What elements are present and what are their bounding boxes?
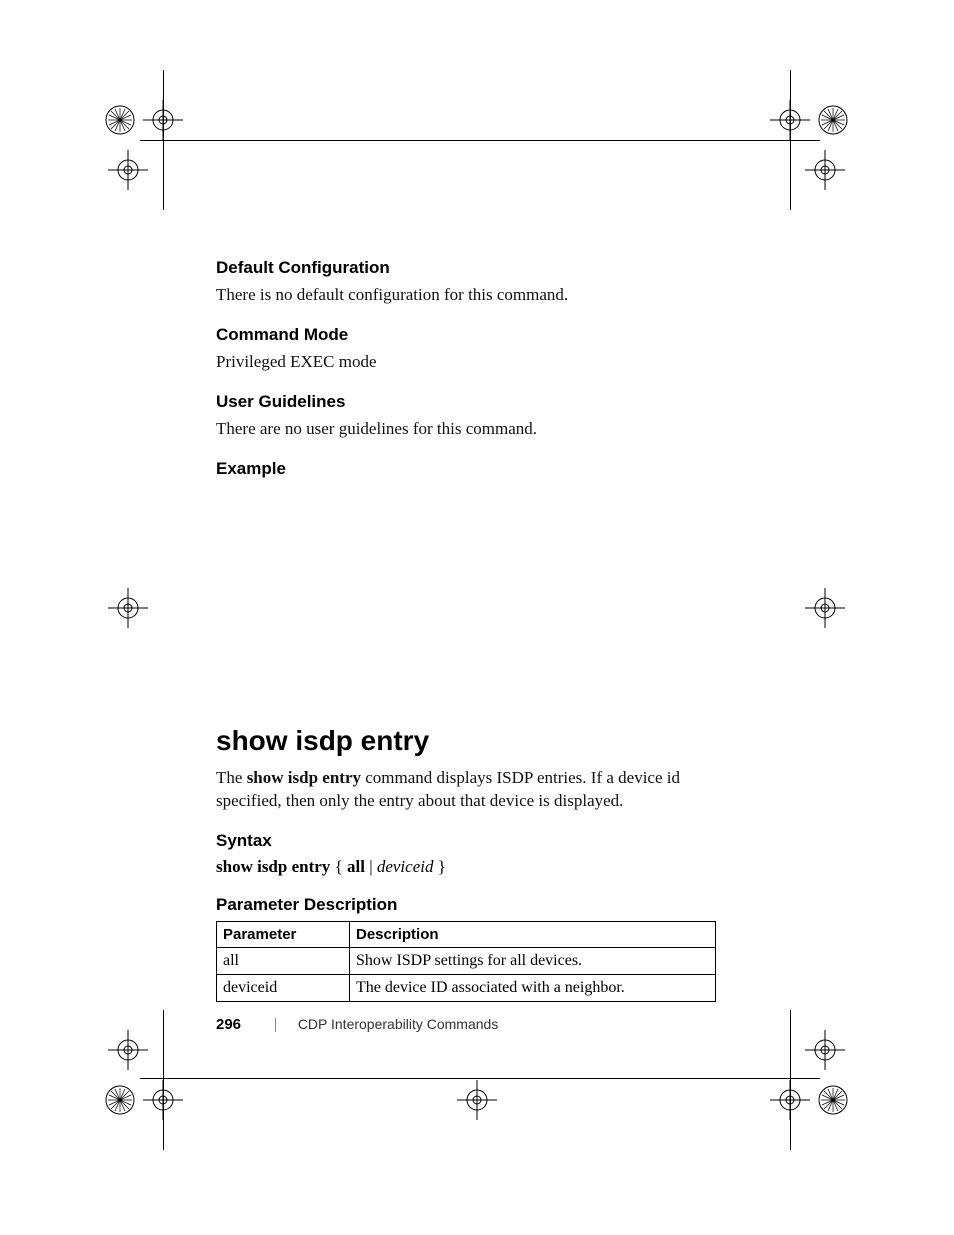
table-row: deviceid The device ID associated with a… <box>217 974 716 1001</box>
cell-desc: Show ISDP settings for all devices. <box>350 947 716 974</box>
syntax-pipe: | <box>365 857 377 876</box>
registration-mark-icon <box>457 1080 497 1120</box>
body-user-guidelines: There are no user guidelines for this co… <box>216 418 736 441</box>
registration-mark-icon <box>813 1080 853 1120</box>
heading-example: Example <box>216 459 736 479</box>
registration-mark-icon <box>108 150 148 190</box>
heading-user-guidelines: User Guidelines <box>216 392 736 412</box>
page-content: Default Configuration There is no defaul… <box>216 258 736 1002</box>
registration-mark-icon <box>100 1080 140 1120</box>
registration-mark-icon <box>813 100 853 140</box>
cell-desc: The device ID associated with a neighbor… <box>350 974 716 1001</box>
table-row: all Show ISDP settings for all devices. <box>217 947 716 974</box>
registration-mark-icon <box>805 588 845 628</box>
col-description: Description <box>350 921 716 947</box>
cell-param: deviceid <box>217 974 350 1001</box>
registration-mark-icon <box>143 1080 183 1120</box>
chapter-title: CDP Interoperability Commands <box>298 1016 499 1032</box>
heading-default-configuration: Default Configuration <box>216 258 736 278</box>
page-footer: 296 CDP Interoperability Commands <box>216 1016 498 1033</box>
registration-mark-icon <box>770 1080 810 1120</box>
body-default-configuration: There is no default configuration for th… <box>216 284 736 307</box>
registration-mark-icon <box>770 100 810 140</box>
syntax-brace-open: { <box>330 857 347 876</box>
registration-mark-icon <box>108 1030 148 1070</box>
syntax-line: show isdp entry { all | deviceid } <box>216 857 736 877</box>
footer-separator <box>275 1018 276 1032</box>
table-header-row: Parameter Description <box>217 921 716 947</box>
intro-prefix: The <box>216 768 247 787</box>
syntax-brace-close: } <box>433 857 445 876</box>
registration-mark-icon <box>805 150 845 190</box>
syntax-all: all <box>347 857 365 876</box>
command-title: show isdp entry <box>216 725 736 757</box>
heading-syntax: Syntax <box>216 831 736 851</box>
heading-parameter-description: Parameter Description <box>216 895 736 915</box>
heading-command-mode: Command Mode <box>216 325 736 345</box>
parameter-table: Parameter Description all Show ISDP sett… <box>216 921 716 1002</box>
command-intro: The show isdp entry command displays ISD… <box>216 767 736 813</box>
page-number: 296 <box>216 1016 241 1033</box>
body-command-mode: Privileged EXEC mode <box>216 351 736 374</box>
registration-mark-icon <box>805 1030 845 1070</box>
intro-bold: show isdp entry <box>247 768 361 787</box>
col-parameter: Parameter <box>217 921 350 947</box>
registration-mark-icon <box>100 100 140 140</box>
registration-mark-icon <box>143 100 183 140</box>
syntax-deviceid: deviceid <box>377 857 434 876</box>
cell-param: all <box>217 947 350 974</box>
registration-mark-icon <box>108 588 148 628</box>
syntax-cmd: show isdp entry <box>216 857 330 876</box>
